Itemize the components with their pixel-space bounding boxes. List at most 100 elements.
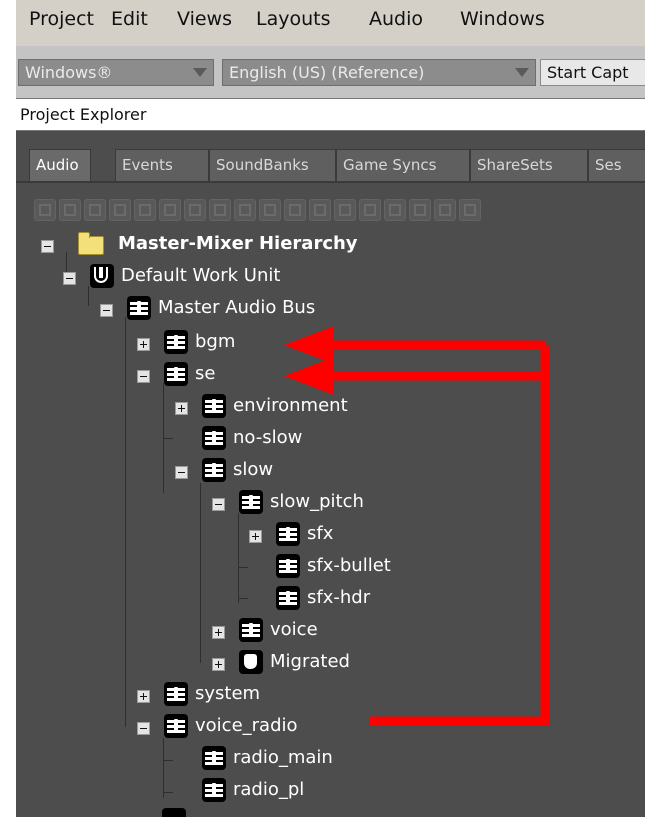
language-dropdown[interactable]: English (US) (Reference)	[222, 59, 536, 86]
aux-bus-tool-icon[interactable]	[134, 199, 156, 221]
audio-bus-icon	[202, 394, 226, 418]
tree-label: sfx-hdr	[307, 587, 371, 608]
menu-views[interactable]: Views	[177, 8, 232, 30]
audio-bus-icon	[202, 426, 226, 450]
tab-soundbanks[interactable]: SoundBanks	[209, 149, 336, 181]
collapse-icon[interactable]	[100, 304, 113, 317]
tree-label: slow_pitch	[270, 491, 364, 512]
chevron-down-icon	[193, 68, 207, 77]
audio-bus-icon	[276, 554, 300, 578]
blend-tool-icon[interactable]	[184, 199, 206, 221]
tree-row-default-work-unit[interactable]: Default Work Unit	[63, 264, 363, 292]
tab-sessions[interactable]: Ses	[588, 149, 645, 181]
tree-label: voice_radio	[195, 715, 298, 736]
audio-bus-icon	[127, 296, 151, 320]
expand-icon[interactable]	[249, 530, 262, 543]
collapse-icon[interactable]	[63, 272, 76, 285]
tab-divider	[16, 181, 645, 183]
audio-bus-icon	[202, 458, 226, 482]
bus-tool-icon[interactable]	[109, 199, 131, 221]
playlist-tool-icon[interactable]	[384, 199, 406, 221]
layout-tool-icon[interactable]	[409, 199, 431, 221]
tree-row-bgm[interactable]: bgm	[137, 330, 287, 358]
tree-label: bgm	[195, 331, 236, 352]
folder2-tool-icon[interactable]	[84, 199, 106, 221]
expand-icon[interactable]	[212, 626, 225, 639]
toolbar: Windows® English (US) (Reference) Start …	[16, 46, 645, 98]
music-tool-icon[interactable]	[309, 199, 331, 221]
folder-icon	[78, 232, 104, 255]
collapse-icon[interactable]	[175, 466, 188, 479]
migrated-bus-icon	[239, 650, 263, 674]
tree-row-master-audio-bus[interactable]: Master Audio Bus	[100, 296, 400, 324]
switch-tool-icon[interactable]	[234, 199, 256, 221]
start-capture-button[interactable]: Start Capt	[540, 59, 645, 86]
table-tool-icon[interactable]	[434, 199, 456, 221]
tree-row-voice[interactable]: voice	[212, 618, 442, 646]
tree-row-slow[interactable]: slow	[175, 458, 405, 486]
tree-row-sfx-hdr[interactable]: sfx-hdr	[249, 586, 479, 614]
menu-windows[interactable]: Windows	[460, 8, 545, 30]
tree-row-environment[interactable]: environment	[175, 394, 405, 422]
audio-bus-icon	[276, 586, 300, 610]
audio-bus-icon	[239, 618, 263, 642]
explorer-icon-toolbar	[34, 199, 645, 225]
tree-row-migrated[interactable]: Migrated	[212, 650, 442, 678]
tree-row-no-slow[interactable]: no-slow	[175, 426, 405, 454]
expand-icon[interactable]	[212, 658, 225, 671]
language-value: English (US) (Reference)	[229, 63, 425, 82]
tree-row-sfx-bullet[interactable]: sfx-bullet	[249, 554, 479, 582]
menu-layouts[interactable]: Layouts	[256, 8, 331, 30]
menu-edit[interactable]: Edit	[111, 8, 148, 30]
tree-row-slow-pitch[interactable]: slow_pitch	[212, 490, 442, 518]
sequence-tool-icon[interactable]	[259, 199, 281, 221]
workunit-tool-icon[interactable]	[34, 199, 56, 221]
tab-strip: Audio Events SoundBanks Game Syncs Share…	[16, 149, 645, 181]
collapse-icon[interactable]	[212, 498, 225, 511]
tab-sharesets[interactable]: ShareSets	[470, 149, 588, 181]
expand-icon[interactable]	[137, 690, 150, 703]
track-tool-icon[interactable]	[359, 199, 381, 221]
tree-label: environment	[233, 395, 348, 416]
wwise-window: Project Edit Views Layouts Audio Windows…	[16, 0, 645, 817]
tree-row-radio-pl[interactable]: radio_pl	[175, 778, 405, 806]
platform-value: Windows®	[25, 63, 113, 82]
expand-icon[interactable]	[137, 338, 150, 351]
audio-bus-icon	[239, 490, 263, 514]
tree-row-system[interactable]: system	[137, 682, 367, 710]
audio-bus-icon	[164, 362, 188, 386]
tree-row-sfx[interactable]: sfx	[249, 522, 479, 550]
sound-tool-icon[interactable]	[284, 199, 306, 221]
container-tool-icon[interactable]	[159, 199, 181, 221]
chevron-down-icon	[515, 68, 529, 77]
folder-tool-icon[interactable]	[59, 199, 81, 221]
collapse-icon[interactable]	[41, 240, 54, 253]
expand-icon[interactable]	[175, 402, 188, 415]
tree-label: radio_pl	[233, 779, 305, 800]
tree-label: Migrated	[270, 651, 350, 672]
tree-label: no-slow	[233, 427, 303, 448]
tree-row-partial	[156, 808, 356, 817]
collapse-icon[interactable]	[137, 722, 150, 735]
tree-label: Master Audio Bus	[158, 297, 316, 318]
audio-bus-icon	[202, 746, 226, 770]
platform-dropdown[interactable]: Windows®	[18, 59, 214, 86]
menu-audio[interactable]: Audio	[369, 8, 423, 30]
grid-tool-icon[interactable]	[459, 199, 481, 221]
tree-row-radio-main[interactable]: radio_main	[175, 746, 405, 774]
tab-events[interactable]: Events	[115, 149, 209, 181]
segment-tool-icon[interactable]	[334, 199, 356, 221]
tab-game-syncs[interactable]: Game Syncs	[336, 149, 470, 181]
tree-row-master-mixer[interactable]: Master-Mixer Hierarchy	[41, 232, 401, 260]
tree-row-se[interactable]: se	[137, 362, 287, 390]
tab-audio[interactable]: Audio	[29, 149, 91, 181]
tree-label: system	[195, 683, 261, 704]
menu-project[interactable]: Project	[29, 8, 94, 30]
collapse-icon[interactable]	[137, 370, 150, 383]
audio-bus-icon	[276, 522, 300, 546]
random-tool-icon[interactable]	[209, 199, 231, 221]
tree-label: Master-Mixer Hierarchy	[118, 233, 358, 254]
audio-bus-icon	[164, 682, 188, 706]
start-capture-label: Start Capt	[547, 63, 629, 82]
tree-row-voice-radio[interactable]: voice_radio	[137, 714, 367, 742]
